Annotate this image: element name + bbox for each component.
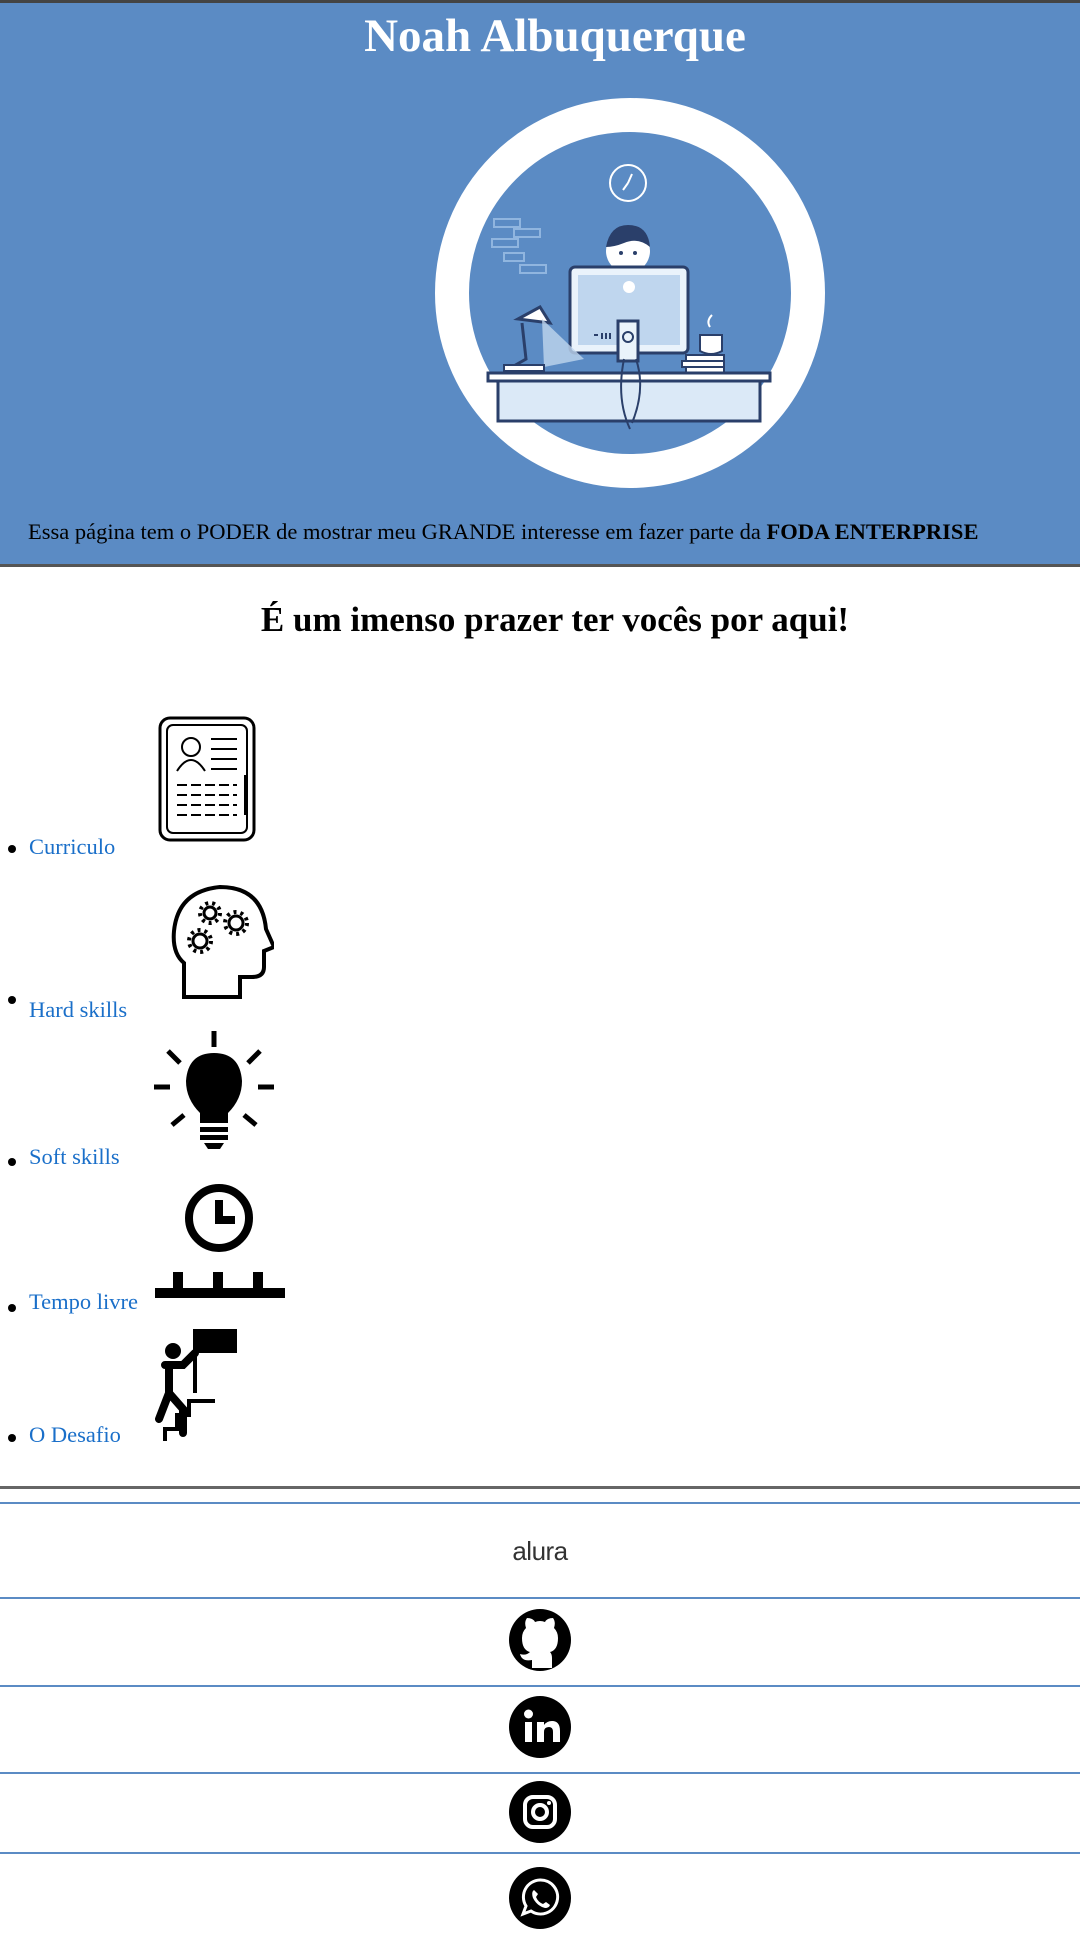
- alura-row: alura: [0, 1504, 1080, 1598]
- github-icon: [509, 1608, 571, 1671]
- instagram-link[interactable]: [508, 1780, 572, 1849]
- desk-illustration: [435, 98, 825, 488]
- whatsapp-icon: [509, 1867, 571, 1929]
- resume-icon[interactable]: [157, 715, 257, 843]
- tagline-text: Essa página tem o PODER de mostrar meu G…: [28, 519, 767, 544]
- company-name: FODA ENTERPRISE: [766, 519, 979, 544]
- page-title: Noah Albuquerque: [364, 10, 746, 62]
- whatsapp-row: [0, 1854, 1080, 1934]
- bullet: [8, 1304, 16, 1312]
- footer-divider: [0, 1486, 1080, 1489]
- alura-logo-link[interactable]: alura: [512, 1536, 568, 1567]
- github-link[interactable]: [508, 1608, 572, 1677]
- bullet: [8, 1158, 16, 1166]
- whatsapp-link[interactable]: [508, 1866, 572, 1935]
- link-soft-skills[interactable]: Soft skills: [29, 1144, 120, 1170]
- welcome-heading: É um imenso prazer ter vocês por aqui!: [260, 600, 850, 639]
- linkedin-icon: [509, 1696, 571, 1758]
- clock-icon[interactable]: [155, 1180, 285, 1300]
- link-tempo-livre[interactable]: Tempo livre: [29, 1289, 138, 1315]
- link-hard-skills[interactable]: Hard skills: [29, 997, 127, 1023]
- lightbulb-icon[interactable]: [154, 1027, 274, 1155]
- bullet: [8, 996, 16, 1004]
- link-o-desafio[interactable]: O Desafio: [29, 1422, 121, 1448]
- linkedin-row: [0, 1687, 1080, 1772]
- bullet: [8, 845, 16, 853]
- head-gears-icon[interactable]: [170, 883, 274, 1001]
- hero-tagline: Essa página tem o PODER de mostrar meu G…: [28, 519, 978, 545]
- climber-flag-icon[interactable]: [155, 1325, 245, 1441]
- link-curriculo[interactable]: Curriculo: [29, 834, 115, 860]
- github-row: [0, 1599, 1080, 1685]
- instagram-icon: [509, 1780, 571, 1843]
- instagram-row: [0, 1774, 1080, 1854]
- bullet: [8, 1434, 16, 1442]
- linkedin-link[interactable]: [508, 1695, 572, 1764]
- hero-header: Noah Albuquerque Essa página tem o PODER…: [0, 0, 1080, 567]
